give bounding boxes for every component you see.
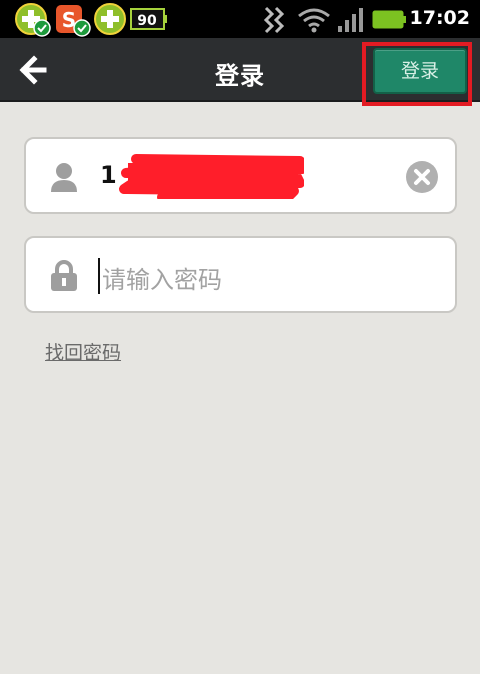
username-value: 1 — [100, 161, 117, 189]
signal-icon — [338, 8, 363, 32]
shield-plus-icon — [94, 3, 126, 35]
password-placeholder: 请输入密码 — [102, 266, 222, 294]
clock: 17:02 — [409, 7, 470, 29]
lock-icon — [51, 260, 77, 291]
find-password-link[interactable]: 找回密码 — [45, 338, 121, 365]
title-bar: 登录 登录 — [0, 38, 480, 106]
text-cursor — [98, 258, 100, 294]
battery-badge-text: 90 — [137, 13, 157, 29]
shield-plus-check-icon — [15, 3, 51, 37]
username-field[interactable]: 1 — [24, 137, 457, 214]
battery-badge-icon: 90 — [130, 8, 167, 30]
clear-icon[interactable] — [406, 161, 438, 193]
battery-icon — [372, 10, 406, 29]
login-button[interactable]: 登录 — [373, 48, 467, 94]
password-field[interactable]: 请输入密码 — [24, 236, 457, 313]
wifi-icon — [298, 8, 330, 33]
data-activity-icon — [263, 6, 285, 34]
redaction-scribble — [119, 154, 304, 199]
user-icon — [51, 163, 77, 192]
status-bar: S 90 17:02 — [0, 0, 480, 38]
sogou-input-icon: S — [56, 5, 91, 37]
